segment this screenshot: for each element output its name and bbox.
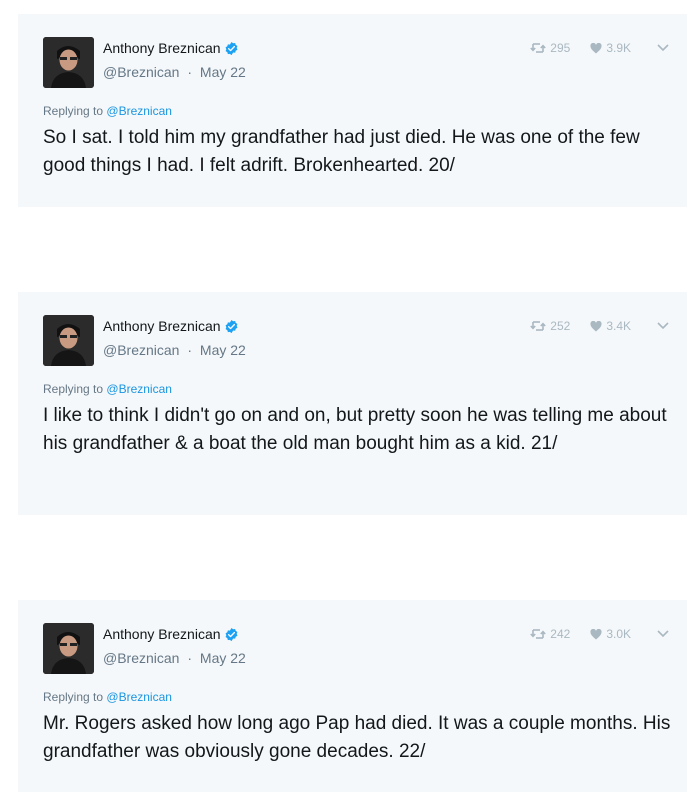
heart-icon [590,320,602,331]
author-name[interactable]: Anthony Breznican [103,626,221,642]
replying-to-handle[interactable]: @Breznican [106,104,172,118]
avatar-photo [43,623,94,674]
replying-to-label: Replying to [43,104,104,118]
author-row: Anthony Breznican [103,40,239,56]
verified-badge-icon [225,627,237,641]
avatar-photo [43,315,94,366]
tweet-stats: 295 3.9K [530,41,669,55]
avatar[interactable] [43,315,94,366]
author-handle[interactable]: @Breznican [103,342,179,358]
tweet-text: So I sat. I told him my grandfather had … [43,127,640,176]
author-name[interactable]: Anthony Breznican [103,40,221,56]
retweet-count: 242 [550,627,571,641]
retweet-icon [530,321,547,331]
like-button[interactable]: 3.9K [590,41,631,55]
retweet-button[interactable]: 252 [530,319,570,333]
handle-row: @Breznican · May 22 [103,342,246,358]
replying-to: Replying to @Breznican [43,382,172,396]
tweet-text: Mr. Rogers asked how long ago Pap had di… [43,713,671,762]
replying-to: Replying to @Breznican [43,104,172,118]
retweet-count: 295 [550,41,571,55]
replying-to-label: Replying to [43,382,104,396]
handle-row: @Breznican · May 22 [103,64,246,80]
replying-to-label: Replying to [43,690,104,704]
retweet-icon [530,629,547,639]
avatar[interactable] [43,623,94,674]
author-name[interactable]: Anthony Breznican [103,318,221,334]
like-button[interactable]: 3.4K [590,319,631,333]
tweet-date[interactable]: May 22 [200,650,246,666]
like-count: 3.9K [606,41,631,55]
separator-dot: · [187,64,193,80]
author-handle[interactable]: @Breznican [103,64,179,80]
tweet-date[interactable]: May 22 [200,342,246,358]
avatar[interactable] [43,37,94,88]
tweet-stats: 242 3.0K [530,627,669,641]
retweet-icon [530,43,547,53]
avatar-photo [43,37,94,88]
separator-dot: · [187,650,193,666]
replying-to-handle[interactable]: @Breznican [106,382,172,396]
handle-row: @Breznican · May 22 [103,650,246,666]
chevron-down-icon[interactable] [657,630,669,638]
author-row: Anthony Breznican [103,626,239,642]
tweet-date[interactable]: May 22 [200,64,246,80]
like-count: 3.0K [606,627,631,641]
tweet-card[interactable]: Anthony Breznican @Breznican · May 22 24… [18,600,687,792]
retweet-button[interactable]: 242 [530,627,570,641]
author-row: Anthony Breznican [103,318,239,334]
heart-icon [590,42,602,53]
tweet-stats: 252 3.4K [530,319,669,333]
like-button[interactable]: 3.0K [590,627,631,641]
verified-badge-icon [225,319,237,333]
tweet-text: I like to think I didn't go on and on, b… [43,405,667,454]
chevron-down-icon[interactable] [657,44,669,52]
retweet-count: 252 [550,319,571,333]
heart-icon [590,628,602,639]
separator-dot: · [187,342,193,358]
retweet-button[interactable]: 295 [530,41,570,55]
tweet-card[interactable]: Anthony Breznican @Breznican · May 22 25… [18,292,687,515]
chevron-down-icon[interactable] [657,322,669,330]
replying-to: Replying to @Breznican [43,690,172,704]
author-handle[interactable]: @Breznican [103,650,179,666]
verified-badge-icon [225,41,237,55]
tweet-card[interactable]: Anthony Breznican @Breznican · May 22 29… [18,14,687,207]
like-count: 3.4K [606,319,631,333]
replying-to-handle[interactable]: @Breznican [106,690,172,704]
